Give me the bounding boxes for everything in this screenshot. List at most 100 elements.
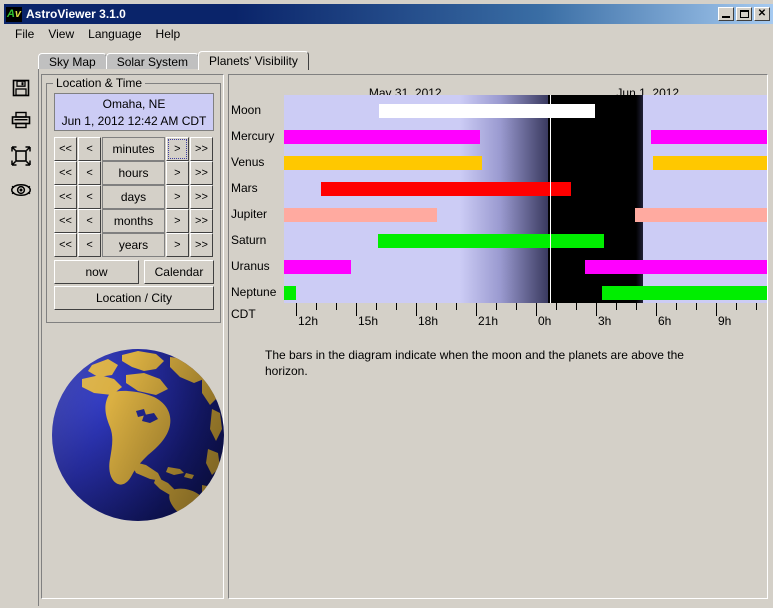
minutes-label: minutes xyxy=(102,137,165,161)
axis-tick-minor xyxy=(736,303,737,310)
axis-tick-label: 9h xyxy=(718,314,732,328)
minutes-forward-button[interactable]: > xyxy=(165,137,189,161)
axis-tick-minor xyxy=(436,303,437,310)
time-axis: 12h 15h 18h 21h 0h 3h 6h 9h xyxy=(284,303,767,328)
axis-tick-label: 18h xyxy=(418,314,439,328)
location-city-button[interactable]: Location / City xyxy=(54,286,214,310)
eye-icon[interactable] xyxy=(9,178,33,202)
stepper-years: << < years > >> xyxy=(54,233,214,257)
years-back-fast-button[interactable]: << xyxy=(54,233,78,257)
years-label: years xyxy=(102,233,165,257)
visibility-bar-saturn xyxy=(378,234,604,248)
days-label: days xyxy=(102,185,165,209)
datetime-value: Jun 1, 2012 12:42 AM CDT xyxy=(61,114,207,128)
visibility-bar-uranus xyxy=(284,260,351,274)
tool-column xyxy=(4,69,39,606)
planet-label-mercury: Mercury xyxy=(231,129,275,143)
maximize-button[interactable] xyxy=(736,7,752,21)
axis-tick-minor xyxy=(616,303,617,310)
axis-tick-minor xyxy=(316,303,317,310)
axis-tick-major xyxy=(356,303,357,316)
axis-tick-label: 3h xyxy=(598,314,612,328)
months-forward-button[interactable]: > xyxy=(165,209,189,233)
minutes-back-button[interactable]: < xyxy=(78,137,102,161)
earth-globe-container xyxy=(48,347,224,527)
axis-tick-minor xyxy=(336,303,337,310)
hours-label: hours xyxy=(102,161,165,185)
hours-back-button[interactable]: < xyxy=(78,161,102,185)
stepper-months: << < months > >> xyxy=(54,209,214,233)
days-back-fast-button[interactable]: << xyxy=(54,185,78,209)
now-calendar-row: now Calendar xyxy=(54,260,214,284)
axis-tick-label: 0h xyxy=(538,314,552,328)
axis-tick-label: 21h xyxy=(478,314,499,328)
years-forward-fast-button[interactable]: >> xyxy=(189,233,214,257)
tab-planets-visibility[interactable]: Planets' Visibility xyxy=(198,51,309,70)
visibility-bar-moon xyxy=(379,104,595,118)
planet-label-uranus: Uranus xyxy=(231,259,270,273)
visibility-bar-jupiter xyxy=(284,208,437,222)
astroviewer-logo-icon: Av xyxy=(6,6,22,22)
axis-tick-major xyxy=(536,303,537,316)
content-area: Location & Time Omaha, NE Jun 1, 2012 12… xyxy=(4,69,773,606)
minutes-forward-fast-button[interactable]: >> xyxy=(189,137,214,161)
menu-file[interactable]: File xyxy=(8,25,41,43)
axis-tick-minor xyxy=(676,303,677,310)
visibility-plot[interactable] xyxy=(284,95,767,303)
visibility-bar-venus-2 xyxy=(653,156,767,170)
axis-tick-major xyxy=(596,303,597,316)
planet-label-jupiter: Jupiter xyxy=(231,207,268,221)
months-forward-fast-button[interactable]: >> xyxy=(189,209,214,233)
visibility-bar-uranus-2 xyxy=(585,260,767,274)
now-button[interactable]: now xyxy=(54,260,139,284)
days-back-button[interactable]: < xyxy=(78,185,102,209)
planet-label-mars: Mars xyxy=(231,181,258,195)
hours-back-fast-button[interactable]: << xyxy=(54,161,78,185)
tab-solar-system[interactable]: Solar System xyxy=(105,53,200,70)
close-icon: ✕ xyxy=(757,8,767,19)
days-forward-fast-button[interactable]: >> xyxy=(189,185,214,209)
hours-forward-fast-button[interactable]: >> xyxy=(189,161,214,185)
visibility-bar-jupiter-2 xyxy=(635,208,767,222)
fullscreen-icon[interactable] xyxy=(9,144,33,168)
axis-tick-minor xyxy=(456,303,457,310)
planets-visibility-diagram: May 31, 2012 Jun 1, 2012 Moon Mercury Venu… xyxy=(228,74,768,599)
days-forward-button[interactable]: > xyxy=(165,185,189,209)
planet-label-moon: Moon xyxy=(231,103,262,117)
print-icon[interactable] xyxy=(9,108,33,132)
current-location-time-display[interactable]: Omaha, NE Jun 1, 2012 12:42 AM CDT xyxy=(54,93,214,131)
save-icon[interactable] xyxy=(9,76,33,100)
window-title: AstroViewer 3.1.0 xyxy=(26,7,126,21)
location-time-group: Location & Time Omaha, NE Jun 1, 2012 12… xyxy=(46,76,221,323)
menu-help[interactable]: Help xyxy=(149,25,188,43)
stepper-days: << < days > >> xyxy=(54,185,214,209)
visibility-bar-mercury-2 xyxy=(651,130,767,144)
axis-tick-minor xyxy=(396,303,397,310)
months-back-fast-button[interactable]: << xyxy=(54,209,78,233)
axis-tick-major xyxy=(716,303,717,316)
years-back-button[interactable]: < xyxy=(78,233,102,257)
menu-language[interactable]: Language xyxy=(81,25,148,43)
menu-view[interactable]: View xyxy=(41,25,81,43)
years-forward-button[interactable]: > xyxy=(165,233,189,257)
hours-forward-button[interactable]: > xyxy=(165,161,189,185)
minimize-button[interactable] xyxy=(718,7,734,21)
earth-globe[interactable] xyxy=(52,349,224,521)
tab-sky-map[interactable]: Sky Map xyxy=(38,53,107,70)
axis-tick-minor xyxy=(636,303,637,310)
stepper-minutes: << < minutes > >> xyxy=(54,137,214,161)
diagram-caption: The bars in the diagram indicate when th… xyxy=(265,348,684,378)
months-label: months xyxy=(102,209,165,233)
minutes-back-fast-button[interactable]: << xyxy=(54,137,78,161)
visibility-bar-neptune-2 xyxy=(602,286,767,300)
axis-tick-minor xyxy=(696,303,697,310)
planet-label-neptune: Neptune xyxy=(231,285,277,299)
menu-bar: File View Language Help xyxy=(4,24,773,44)
calendar-button[interactable]: Calendar xyxy=(144,260,214,284)
axis-tick-minor xyxy=(376,303,377,310)
close-button[interactable]: ✕ xyxy=(754,7,770,21)
axis-tick-minor xyxy=(756,303,757,310)
location-value: Omaha, NE xyxy=(102,97,166,111)
axis-tick-label: 6h xyxy=(658,314,672,328)
months-back-button[interactable]: < xyxy=(78,209,102,233)
